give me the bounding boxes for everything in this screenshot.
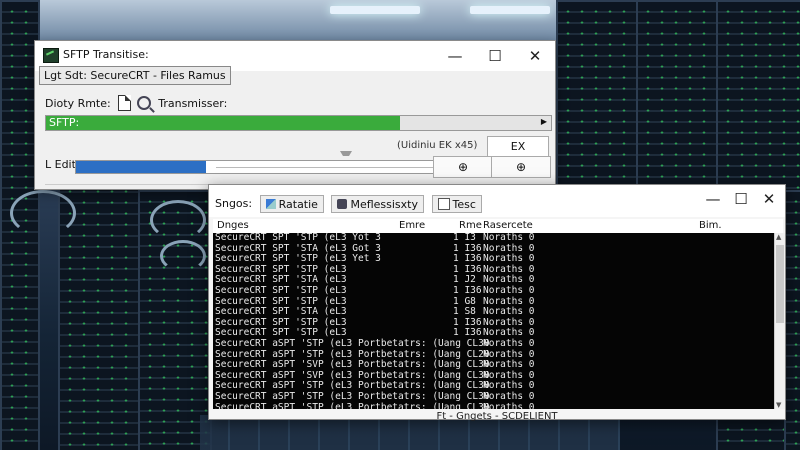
file-name-cell: SecureCRT SPT 'STP (eL3: [215, 284, 347, 296]
image-icon: [265, 199, 276, 209]
status-cell: Noraths 0: [483, 401, 535, 409]
crosshair-button[interactable]: ⊕: [433, 156, 493, 178]
column-header-row: Dnges Emre Rme Rasercete Bim.: [213, 219, 783, 234]
scroll-up-icon[interactable]: ▲: [776, 233, 781, 241]
column-header[interactable]: Bim.: [699, 220, 722, 231]
table-row[interactable]: SecureCRT SPT 'STP (eL3 Yot 3 1 I3 Noraths…: [213, 233, 774, 244]
file-name-cell: SecureCRT SPT 'STP (eL3 Yot 3: [215, 233, 381, 243]
document-icon[interactable]: [118, 95, 132, 111]
messages-button[interactable]: Meflessisxty: [331, 195, 424, 213]
close-button[interactable]: ✕: [749, 185, 789, 213]
sftp-progress-bar: SFTP: ▶: [45, 115, 552, 131]
session-tab[interactable]: Lgt Sdt: SecureCRT - Files Ramus: [39, 66, 231, 85]
file-icon: [437, 198, 450, 210]
status-cell: Noraths 0: [483, 337, 535, 349]
slider-fill: [76, 161, 206, 173]
toolbar: Sngos: Ratatie Meflessisxty Tesc: [215, 195, 482, 213]
title-bar[interactable]: Sngos: Ratatie Meflessisxty Tesc — ☐ ✕: [209, 185, 785, 217]
column-header[interactable]: Emre: [399, 220, 425, 231]
ceiling-light: [330, 6, 420, 14]
ex-button[interactable]: EX: [487, 136, 549, 157]
terminal-file-list[interactable]: SecureCRT SPT 'STP (eL3 Yot 3 1 I3 Noraths…: [213, 233, 774, 409]
file-list-window: Sngos: Ratatie Meflessisxty Tesc — ☐ ✕ D…: [208, 184, 786, 422]
directory-label: Dioty Rmte:: [45, 96, 111, 110]
file-name-cell: SecureCRT aSPT 'STP (eL3 Portbetatrs: (U…: [215, 401, 490, 409]
close-button[interactable]: ✕: [515, 41, 555, 71]
directory-row: Dioty Rmte: Transmisser:: [45, 95, 227, 111]
folder-icon: [337, 199, 348, 209]
session-tab-row: Lgt Sdt: SecureCRT - Files Ramus: [39, 66, 231, 85]
slider-track: [216, 167, 436, 168]
scroll-down-icon[interactable]: ▼: [776, 401, 781, 409]
status-cell: Noraths 0: [483, 284, 535, 296]
search-icon[interactable]: [136, 96, 151, 110]
transmitter-label: Transmisser:: [158, 96, 228, 110]
crosshair-button-2[interactable]: ⊕: [491, 156, 551, 178]
maximize-button[interactable]: ☐: [475, 41, 515, 71]
column-header[interactable]: Rasercete: [483, 220, 533, 231]
table-row[interactable]: SecureCRT SPT 'STP (eL3 1 I36 Noraths 0: [213, 284, 774, 297]
scrollbar-thumb[interactable]: [776, 245, 784, 323]
transfer-slider[interactable]: [75, 160, 437, 174]
table-row[interactable]: SecureCRT aSPT 'STP (eL3 Portbetatrs: (U…: [213, 390, 774, 403]
column-header[interactable]: Rme: [459, 220, 482, 231]
status-bar: Ft - Gngets - SCDELIENT: [436, 411, 558, 422]
cable: [10, 190, 76, 236]
cable: [160, 240, 206, 272]
cable: [150, 200, 206, 240]
toolbar-label: Sngos:: [215, 197, 253, 211]
edit-label: L Edit: [45, 158, 76, 171]
window-title: SFTP Transitise:: [63, 48, 149, 61]
progress-label: SFTP:: [49, 116, 80, 129]
file-name-cell: SecureCRT aSPT 'STP (eL3 Portbetatrs: (U…: [215, 390, 490, 402]
transfer-status: (Uidiniu EK x45): [397, 140, 478, 151]
slider-thumb-icon[interactable]: [340, 151, 352, 162]
status-cell: Noraths 0: [483, 390, 535, 402]
ceiling-light: [470, 6, 550, 14]
column-header[interactable]: Dnges: [217, 220, 249, 231]
rotate-button[interactable]: Ratatie: [259, 195, 324, 213]
progress-fill: [46, 116, 400, 130]
server-rack: [636, 0, 720, 194]
sftp-transfer-window: SFTP Transitise: — ☐ ✕ Lgt Sdt: SecureCR…: [34, 40, 556, 190]
table-row[interactable]: SecureCRT aSPT 'STP (eL3 Portbetatrs: (U…: [213, 337, 774, 350]
file-name-cell: SecureCRT aSPT 'STP (eL3 Portbetatrs: (U…: [215, 337, 490, 349]
size-cell: 1 I36: [453, 284, 482, 296]
table-row[interactable]: SecureCRT aSPT 'STP (eL3 Portbetatrs: (U…: [213, 401, 774, 409]
size-cell: 1 I3: [453, 233, 476, 243]
triangle-right-icon: ▶: [540, 117, 547, 126]
terminal-app-icon: [43, 48, 59, 63]
test-button[interactable]: Tesc: [431, 195, 482, 213]
server-rack: [784, 190, 800, 450]
minimize-button[interactable]: —: [435, 41, 475, 71]
status-cell: Noraths 0: [483, 233, 535, 243]
vertical-scrollbar[interactable]: ▲ ▼: [774, 233, 785, 409]
server-rack: [556, 0, 640, 194]
